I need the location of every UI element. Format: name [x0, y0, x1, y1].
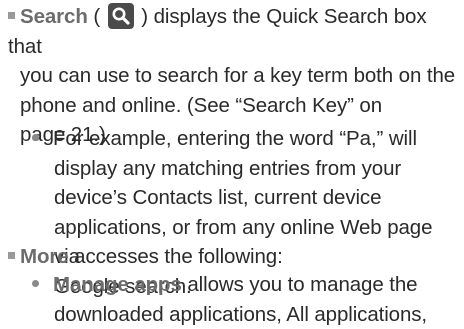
manage-apps-line-1: Manage apps allows you to manage the	[32, 270, 462, 300]
search-icon	[107, 3, 134, 29]
more-description: accesses the following:	[68, 245, 283, 268]
more-term: More	[20, 245, 69, 268]
square-bullet-icon	[8, 252, 15, 259]
square-bullet-icon	[8, 12, 15, 19]
manage-apps-bullet-item: Manage apps allows you to manage the dow…	[32, 270, 462, 329]
more-line-1: More accesses the following:	[8, 242, 460, 272]
example-text-start: For example, entering the word “Pa,” wil…	[53, 127, 417, 150]
search-description-line-3: phone and online. (See “Search Key” on	[20, 93, 383, 117]
example-line-3: device’s Contacts list, current device	[54, 186, 382, 210]
search-term: Search	[20, 5, 88, 28]
open-paren-text: (	[87, 5, 106, 28]
round-bullet-icon	[32, 280, 39, 287]
manage-apps-term: Manage apps	[53, 273, 182, 296]
search-bullet-line-1: Search ( ) displays the Quick Search box…	[8, 2, 460, 61]
manual-page: Search ( ) displays the Quick Search box…	[0, 0, 464, 326]
example-line-1: For example, entering the word “Pa,” wil…	[32, 124, 462, 154]
manage-apps-description-start: allows you to manage the	[181, 273, 418, 296]
more-bullet-item: More accesses the following:	[8, 242, 460, 272]
manage-apps-line-2: downloaded applications, All application…	[54, 302, 428, 326]
example-line-2: display any matching entries from your	[54, 156, 402, 180]
round-bullet-icon	[32, 134, 39, 141]
search-description-line-2: you can use to search for a key term bot…	[20, 64, 456, 88]
